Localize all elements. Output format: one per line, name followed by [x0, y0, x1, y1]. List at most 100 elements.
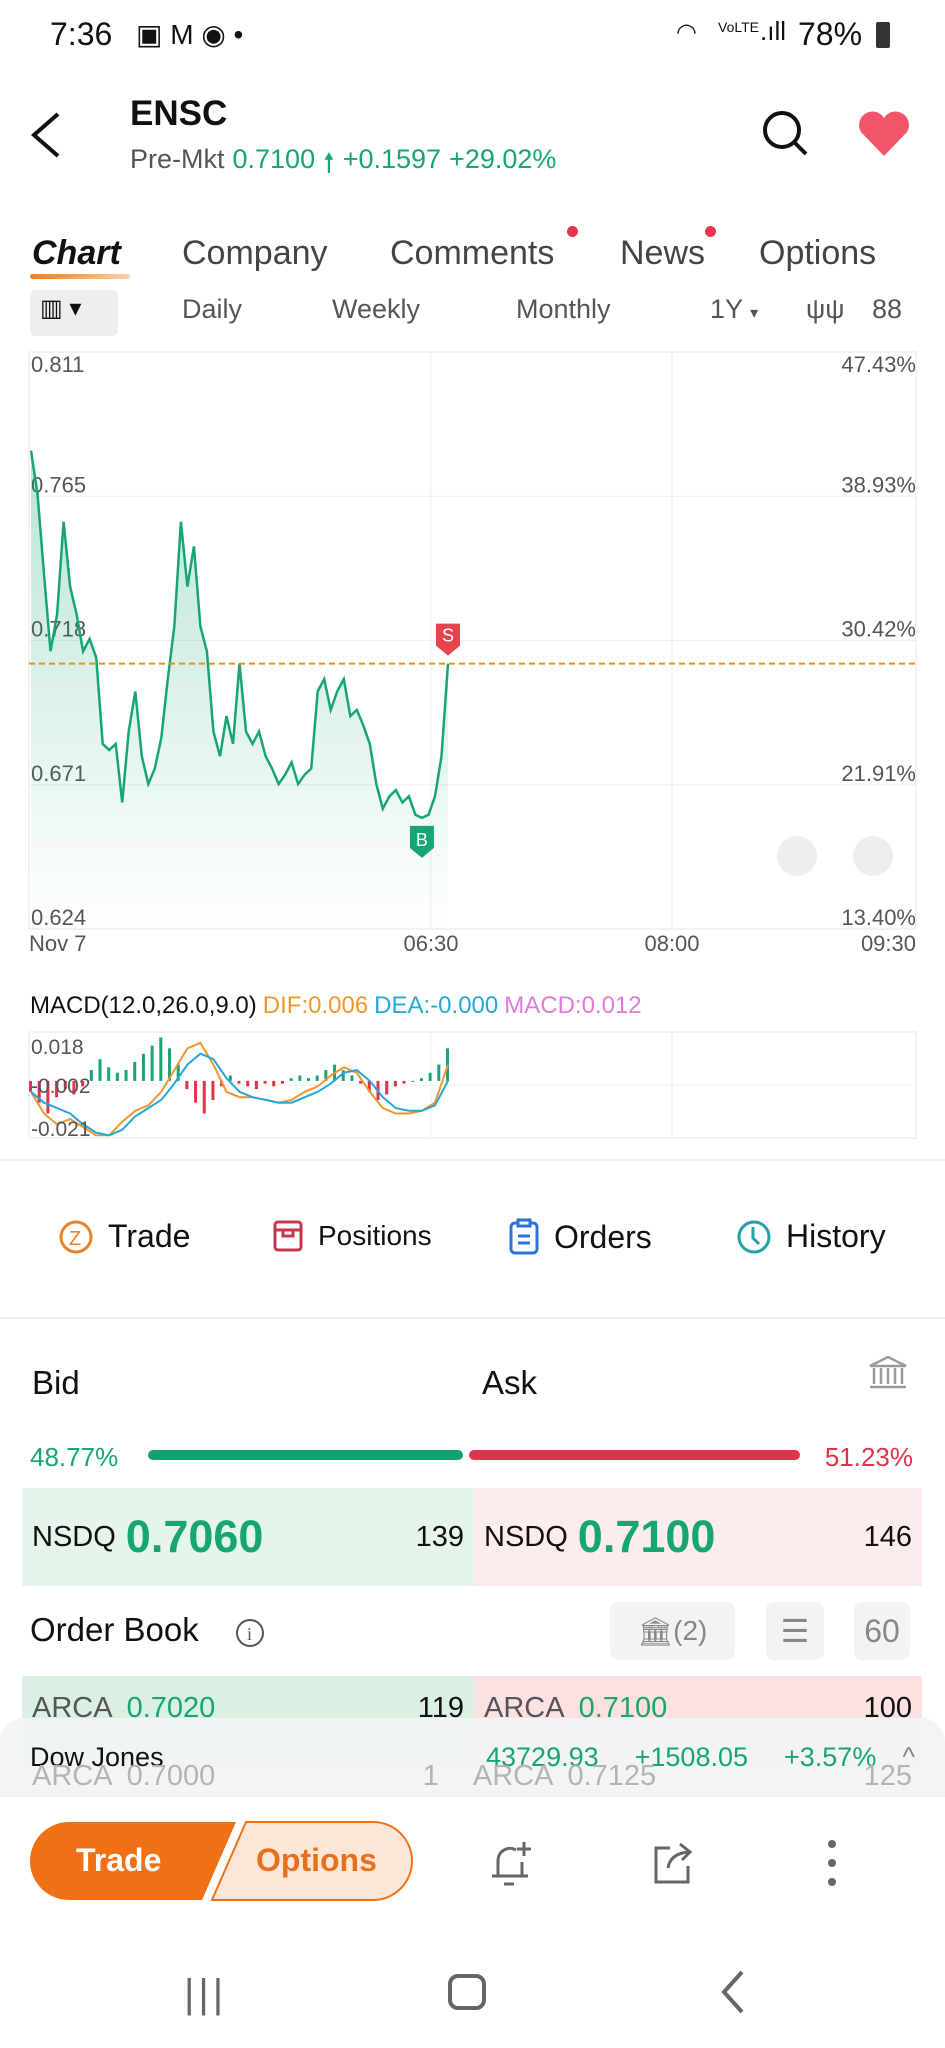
period-monthly[interactable]: Monthly	[516, 294, 611, 325]
macd-histogram-bar	[150, 1045, 154, 1081]
info-icon[interactable]: i	[234, 1617, 266, 1649]
premarket-quote: Pre-Mkt 0.7100 🠕 +0.1597 +29.02%	[130, 144, 556, 190]
price-area	[31, 450, 448, 929]
fullscreen-icon	[777, 836, 817, 876]
ask-price: 0.7125	[567, 1759, 657, 1792]
filter-settings-icon[interactable]: ☰	[766, 1602, 824, 1660]
tab-comments[interactable]: Comments	[390, 234, 554, 273]
macd-histogram-bar	[115, 1072, 119, 1081]
sell-marker-label: S	[442, 626, 454, 646]
ask-exchange: NSDQ	[484, 1520, 568, 1553]
macd-dea: DEA:-0.000	[374, 992, 499, 1019]
change-pct: +29.02%	[449, 144, 557, 174]
orders-label: Orders	[554, 1218, 652, 1255]
macd-histogram-bar	[411, 1080, 415, 1082]
price-chart[interactable]: 0.8110.7650.7180.6710.62447.43%38.93%30.…	[0, 340, 945, 980]
brokers-button[interactable]: 🏛 (2)	[610, 1602, 735, 1660]
macd-dif: DIF:0.006	[262, 992, 369, 1019]
pct-tick-label: 47.43%	[841, 352, 916, 377]
bid-size: 1	[422, 1759, 439, 1792]
macd-histogram-bar	[98, 1059, 102, 1081]
trade-icon: Z	[59, 1220, 93, 1253]
back-icon[interactable]	[28, 110, 64, 160]
bid-pct: 48.77%	[30, 1442, 119, 1472]
macd-histogram-bar	[280, 1080, 284, 1084]
recent-apps-icon[interactable]: |||	[184, 1972, 227, 2017]
macd-histogram-bar	[185, 1080, 189, 1090]
period-weekly[interactable]: Weekly	[332, 294, 420, 325]
macd-histogram-bar	[211, 1080, 215, 1100]
macd-value: MACD:0.012	[504, 992, 642, 1019]
news-badge	[705, 226, 716, 237]
price-alert-bell-icon[interactable]	[488, 1838, 536, 1888]
tab-company[interactable]: Company	[182, 234, 328, 273]
order-book-row-2: ARCA 0.7000 1 ARCA 0.7125 125	[22, 1758, 922, 1794]
macd-histogram-bar	[437, 1064, 441, 1081]
bid-size: 139	[415, 1520, 464, 1553]
macd-histogram-bar	[263, 1080, 267, 1084]
up-arrow-icon: 🠕	[323, 148, 335, 178]
macd-histogram-bar	[428, 1072, 432, 1081]
macd-histogram-bar	[124, 1070, 128, 1081]
volte-label: VoLTE	[718, 19, 759, 35]
trade-label: Trade	[108, 1218, 191, 1254]
bid-ask-ratio-bar	[148, 1450, 800, 1460]
ask-pct: 51.23%	[824, 1442, 913, 1472]
pct-tick-label: 30.42%	[841, 617, 916, 642]
active-tab-indicator	[30, 274, 130, 279]
orders-icon	[509, 1218, 539, 1255]
history-icon	[737, 1220, 771, 1253]
y-tick-label: 0.765	[31, 472, 86, 497]
period-daily[interactable]: Daily	[182, 294, 242, 325]
trade-button[interactable]: Trade	[76, 1842, 161, 1879]
bank-icon[interactable]	[866, 1354, 910, 1390]
ask-exchange: ARCA	[472, 1759, 554, 1792]
home-icon[interactable]	[448, 1974, 486, 2010]
ask-price: 0.7100	[577, 1511, 716, 1562]
tab-chart[interactable]: Chart	[32, 234, 121, 273]
macd-histogram-bar	[272, 1080, 276, 1087]
comments-badge	[567, 226, 578, 237]
macd-histogram-bar	[194, 1080, 198, 1103]
macd-histogram-bar	[141, 1053, 145, 1081]
session-label: Pre-Mkt	[130, 144, 225, 174]
positions-action[interactable]: Positions	[272, 1218, 432, 1254]
more-options-icon[interactable]	[822, 1838, 842, 1888]
system-back-icon[interactable]	[720, 1970, 746, 2014]
macd-legend: MACD(12.0,26.0,9.0) DIF:0.006 DEA:-0.000…	[30, 992, 642, 1020]
layout-grid-icon[interactable]: 88	[872, 294, 902, 325]
buy-marker-label: B	[416, 830, 428, 850]
history-action[interactable]: History	[736, 1218, 886, 1255]
options-button[interactable]: Options	[256, 1842, 377, 1879]
bid-quote-row: NSDQ 0.7060 139	[22, 1488, 474, 1586]
depth-button[interactable]: 60	[854, 1602, 910, 1660]
macd-histogram-bar	[254, 1080, 258, 1090]
search-icon[interactable]	[760, 108, 810, 158]
bid-ratio-fill	[148, 1450, 463, 1460]
chart-type-selector[interactable]: ▥ ▾	[30, 290, 118, 336]
pct-tick-label: 13.40%	[841, 905, 916, 930]
share-icon[interactable]	[650, 1838, 696, 1888]
trade-action[interactable]: Z Trade	[58, 1218, 190, 1255]
status-bar: 7:36 ▣ M ◉ • ◠ VoLTE .ıll 78%	[0, 14, 945, 60]
macd-histogram-bar	[133, 1061, 137, 1081]
orders-action[interactable]: Orders	[508, 1218, 652, 1256]
x-tick-label: Nov 7	[29, 931, 86, 956]
x-tick-label: 09:30	[861, 931, 916, 956]
range-selector[interactable]: 1Y ▾	[710, 294, 758, 325]
tab-news[interactable]: News	[620, 234, 705, 273]
battery-icon	[876, 22, 890, 48]
favorite-heart-icon[interactable]	[856, 110, 912, 158]
ask-size: 125	[863, 1759, 912, 1792]
svg-text:Z: Z	[69, 1228, 81, 1250]
positions-label: Positions	[318, 1220, 432, 1251]
clock: 7:36	[50, 16, 113, 52]
divider	[0, 1159, 945, 1161]
change: +0.1597	[342, 144, 442, 174]
indicator-icon[interactable]: ψψ	[806, 294, 845, 325]
tab-options[interactable]: Options	[759, 234, 876, 273]
brokers-count: (2)	[673, 1615, 708, 1646]
svg-text:i: i	[247, 1624, 252, 1644]
range-label: 1Y	[710, 294, 743, 324]
macd-histogram-bar	[393, 1080, 397, 1087]
